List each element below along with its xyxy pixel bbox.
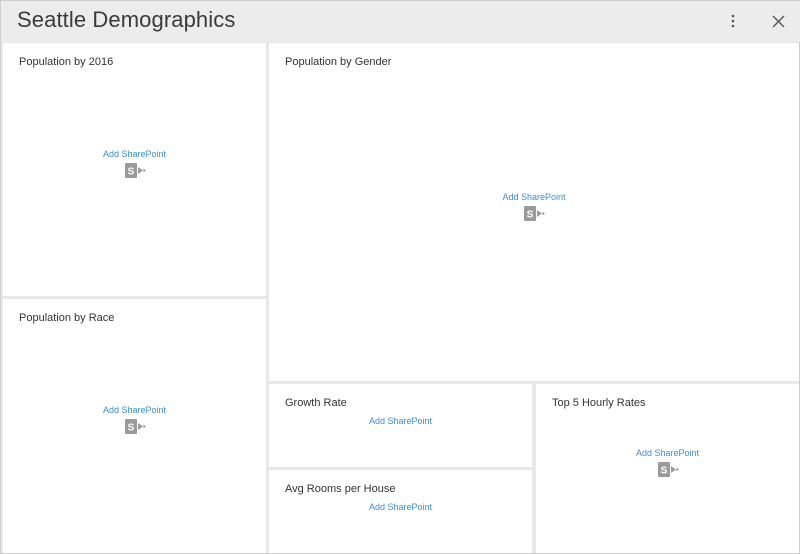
tile-title: Population by Gender [285,56,392,68]
dashboard-window: Seattle Demographics Population by 2016 … [0,0,800,554]
close-button[interactable] [766,9,790,33]
tile-top5-hourly[interactable]: Top 5 Hourly Rates Add SharePoint S [536,384,799,553]
dashboard-title: Seattle Demographics [17,7,236,32]
tile-title: Top 5 Hourly Rates [552,397,646,409]
tile-avg-rooms[interactable]: Avg Rooms per House Add SharePoint [269,470,532,553]
svg-text:S: S [527,210,534,221]
tile-title: Population by Race [19,312,115,324]
tile-title: Avg Rooms per House [285,483,396,495]
close-icon [772,15,784,27]
sharepoint-icon: S [124,163,145,178]
vertical-ellipsis-icon [731,14,735,28]
more-options-button[interactable] [721,9,745,33]
sharepoint-icon: S [524,206,545,221]
add-sharepoint-link[interactable]: Add SharePoint [103,405,166,415]
add-sharepoint-link[interactable]: Add SharePoint [369,502,432,512]
add-sharepoint-link[interactable]: Add SharePoint [369,416,432,426]
tile-title: Population by 2016 [19,56,114,68]
tile-growth-rate[interactable]: Growth Rate Add SharePoint [269,384,532,467]
add-sharepoint-link[interactable]: Add SharePoint [636,448,699,458]
svg-text:S: S [127,423,134,434]
title-bar: Seattle Demographics [1,1,800,42]
tile-population-2016[interactable]: Population by 2016 Add SharePoint S [3,43,266,296]
add-sharepoint-link[interactable]: Add SharePoint [103,149,166,159]
svg-text:S: S [660,466,667,477]
sharepoint-icon: S [657,462,678,477]
tile-title: Growth Rate [285,397,347,409]
svg-text:S: S [127,167,134,178]
tile-population-gender[interactable]: Population by Gender Add SharePoint S [269,43,799,381]
add-sharepoint-link[interactable]: Add SharePoint [502,192,565,202]
tile-population-race[interactable]: Population by Race Add SharePoint S [3,299,266,553]
sharepoint-icon: S [124,419,145,434]
